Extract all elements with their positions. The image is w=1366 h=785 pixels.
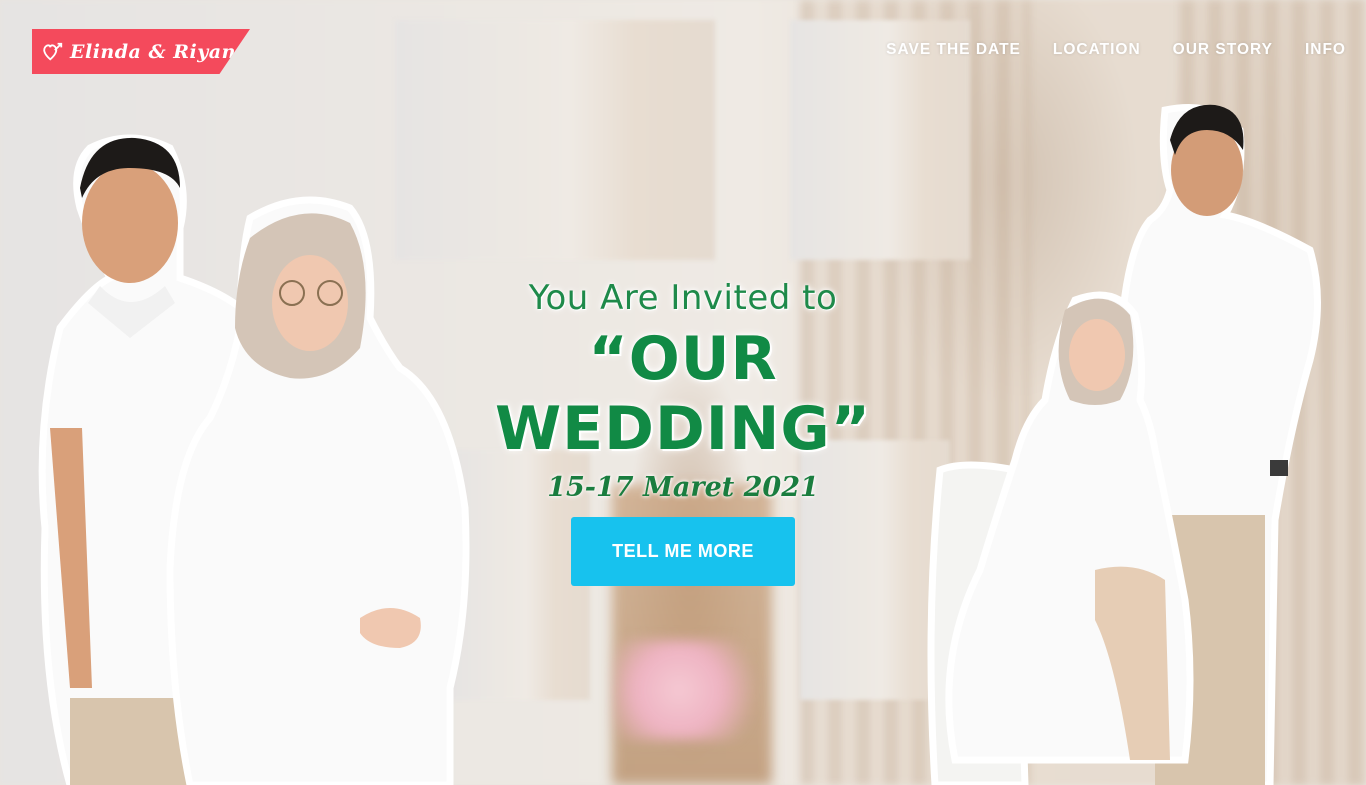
wedding-headline: “OUR WEDDING” [495, 324, 871, 464]
main-nav: SAVE THE DATE LOCATION OUR STORY INFO [886, 41, 1346, 59]
brand-name: Elinda & Riyan [70, 40, 236, 63]
tell-me-more-button[interactable]: TELL ME MORE [571, 517, 795, 586]
couple-photo-left [38, 134, 470, 785]
hero-section: You Are Invited to “OUR WEDDING” 15-17 M… [433, 278, 933, 503]
bride-figure-left [166, 196, 470, 785]
couple-photo-right [927, 104, 1321, 785]
nav-our-story[interactable]: OUR STORY [1173, 41, 1273, 59]
nav-save-the-date[interactable]: SAVE THE DATE [886, 41, 1021, 59]
invite-line: You Are Invited to [528, 278, 838, 318]
flower-vase [615, 640, 775, 740]
wedding-date: 15-17 Maret 2021 [547, 472, 819, 503]
hearts-icon [43, 42, 63, 61]
nav-info[interactable]: INFO [1305, 41, 1346, 59]
nav-location[interactable]: LOCATION [1053, 41, 1141, 59]
brand-logo[interactable]: Elinda & Riyan [32, 29, 250, 74]
